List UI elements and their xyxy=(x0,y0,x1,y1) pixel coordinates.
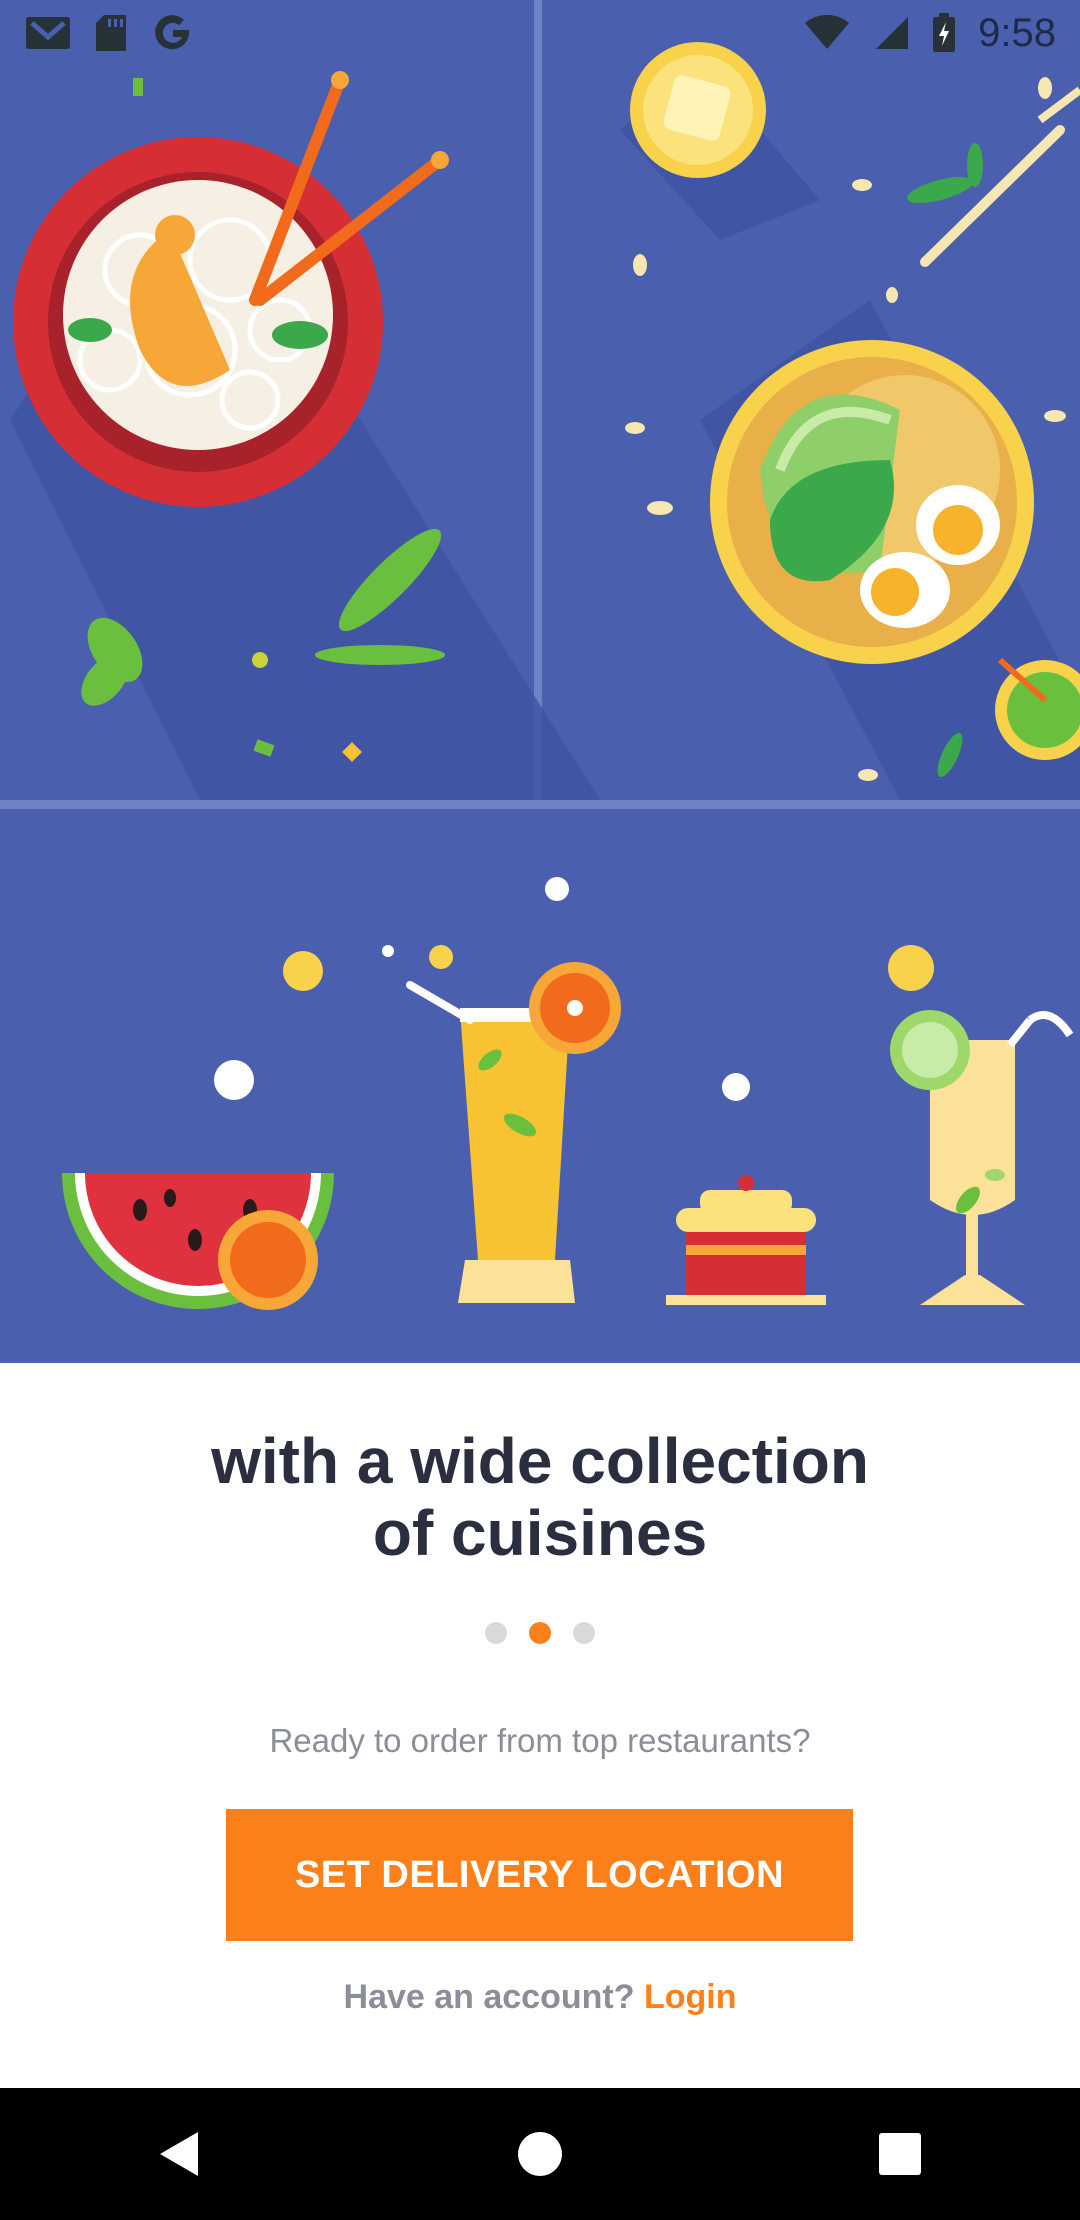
headline-line-2: of cuisines xyxy=(372,1497,708,1569)
headline-line-1: with a wide collection xyxy=(211,1425,869,1497)
page-dot-3[interactable] xyxy=(573,1622,595,1644)
onboarding-headline: with a wide collection of cuisines xyxy=(0,1425,1080,1569)
page-dot-2[interactable] xyxy=(529,1622,551,1644)
gmail-icon xyxy=(24,13,72,53)
account-prompt: Have an account? Login xyxy=(0,1978,1080,2017)
food-illustration xyxy=(0,0,1080,1363)
status-time: 9:58 xyxy=(978,10,1056,55)
signal-icon xyxy=(872,15,910,51)
sd-card-icon xyxy=(94,13,130,53)
order-prompt: Ready to order from top restaurants? xyxy=(269,1722,811,1759)
account-question: Have an account? xyxy=(343,1978,635,2016)
rice-bowl-image xyxy=(710,340,1034,664)
home-icon[interactable] xyxy=(480,2094,600,2214)
page-indicator xyxy=(0,1622,1080,1644)
login-link[interactable]: Login xyxy=(644,1978,737,2016)
status-bar: 9:58 xyxy=(0,0,1080,66)
page-dot-1[interactable] xyxy=(485,1622,507,1644)
back-icon[interactable] xyxy=(120,2094,240,2214)
battery-charging-icon xyxy=(932,13,956,53)
wifi-icon xyxy=(804,15,850,51)
system-nav-bar xyxy=(0,2088,1080,2220)
recents-icon[interactable] xyxy=(840,2094,960,2214)
set-delivery-location-button[interactable]: SET DELIVERY LOCATION xyxy=(226,1809,853,1941)
google-icon xyxy=(152,12,194,54)
hero-illustration xyxy=(0,0,1080,1363)
